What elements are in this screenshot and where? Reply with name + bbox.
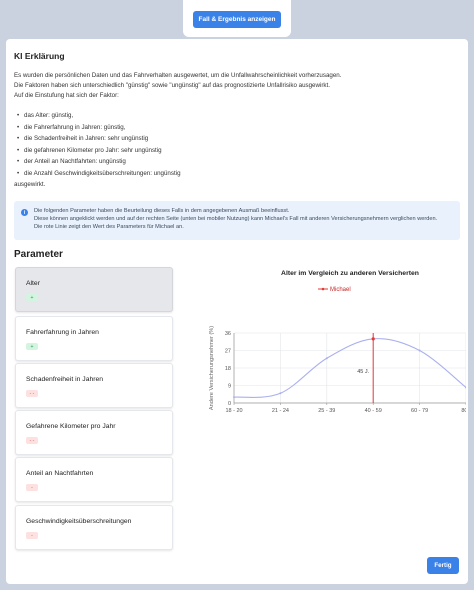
y-axis-label: Andere Versicherungsnehmer (%) (209, 326, 215, 410)
x-tick-label: 25 - 39 (318, 408, 335, 414)
factor-item: die Fahrerfahrung in Jahren: günstig, (14, 124, 464, 136)
factor-outro: ausgewirkt. (14, 181, 46, 188)
parameter-badge: - (26, 532, 38, 539)
info-line: Diese können angeklickt werden und auf d… (34, 216, 438, 222)
chart-title: Alter im Vergleich zu anderen Versichert… (281, 270, 419, 277)
parameter-badge: - (26, 484, 38, 491)
parameter-card-schadenfreiheit[interactable]: Schadenfreiheit in Jahren - - (15, 363, 173, 408)
y-tick-label: 0 (228, 401, 231, 407)
factor-item: das Alter: günstig, (14, 112, 464, 124)
factor-list: das Alter: günstig, die Fahrerfahrung in… (14, 112, 464, 181)
data-point (325, 357, 328, 360)
x-tick-label: 80+ (461, 408, 466, 414)
x-tick-label: 21 - 24 (272, 408, 289, 414)
info-line: Die rote Linie zeigt den Wert des Parame… (34, 224, 184, 230)
intro-line: Es wurden die persönlichen Daten und das… (14, 72, 342, 79)
show-case-result-button[interactable]: Fall & Ergebnis anzeigen (193, 11, 281, 28)
parameter-badge: - - (26, 390, 38, 397)
parameter-badge: + (26, 343, 38, 350)
ki-explanation-title: KI Erklärung (14, 51, 65, 61)
intro-text: Es wurden die persönlichen Daten und das… (14, 71, 464, 101)
y-tick-label: 36 (225, 331, 231, 337)
top-action-card: Fall & Ergebnis anzeigen (183, 0, 291, 37)
intro-line: Die Faktoren haben sich unterschiedlich … (14, 82, 330, 89)
data-point (233, 396, 235, 399)
y-tick-label: 27 (225, 349, 231, 355)
x-tick-label: 18 - 20 (225, 408, 242, 414)
data-point (279, 392, 282, 395)
x-tick-label: 60 - 79 (411, 408, 428, 414)
parameter-card-fahrerfahrung[interactable]: Fahrerfahrung in Jahren + (15, 316, 173, 361)
parameter-card-alter[interactable]: Alter + (15, 267, 173, 312)
parameter-label: Gefahrene Kilometer pro Jahr (26, 423, 116, 430)
parameter-card-kilometer[interactable]: Gefahrene Kilometer pro Jahr - - (15, 410, 173, 455)
parameter-label: Fahrerfahrung in Jahren (26, 329, 99, 336)
factor-item: der Anteil an Nachtfahrten: ungünstig (14, 158, 464, 170)
legend-marker (321, 287, 325, 291)
y-tick-label: 18 (225, 366, 231, 372)
done-button[interactable]: Fertig (427, 557, 459, 574)
parameter-label: Alter (26, 280, 40, 287)
parameter-card-nachtfahrten[interactable]: Anteil an Nachtfahrten - (15, 457, 173, 502)
legend-label: Michael (330, 287, 351, 293)
factor-item: die Schadenfreiheit in Jahren: sehr ungü… (14, 135, 464, 147)
parameter-label: Geschwindigkeitsüberschreitungen (26, 518, 132, 525)
info-line: Die folgenden Parameter haben die Beurte… (34, 208, 290, 214)
factor-item: die gefahrenen Kilometer pro Jahr: sehr … (14, 147, 464, 159)
age-comparison-chart: Alter im Vergleich zu anderen Versichert… (194, 265, 466, 415)
parameter-label: Anteil an Nachtfahrten (26, 470, 94, 477)
factor-item: die Anzahl Geschwindigkeitsüberschreitun… (14, 170, 464, 182)
parameters-title: Parameter (14, 249, 63, 260)
parameter-label: Schadenfreiheit in Jahren (26, 376, 104, 383)
info-icon: i (21, 209, 28, 216)
intro-line: Auf die Einstufung hat sich der Faktor: (14, 92, 119, 99)
chart-svg: Alter im Vergleich zu anderen Versichert… (209, 270, 466, 414)
michael-marker-point (371, 337, 375, 341)
parameter-card-geschwindigkeit[interactable]: Geschwindigkeitsüberschreitungen - (15, 505, 173, 550)
parameter-badge: - - (26, 437, 38, 444)
x-tick-label: 40 - 59 (365, 408, 382, 414)
info-box: i Die folgenden Parameter haben die Beur… (14, 201, 460, 240)
data-point (418, 349, 421, 352)
michael-marker-label: 45 J. (357, 369, 369, 375)
parameter-badge: + (26, 294, 38, 301)
main-panel: KI Erklärung Es wurden die persönlichen … (6, 39, 468, 584)
y-tick-label: 9 (228, 384, 231, 390)
